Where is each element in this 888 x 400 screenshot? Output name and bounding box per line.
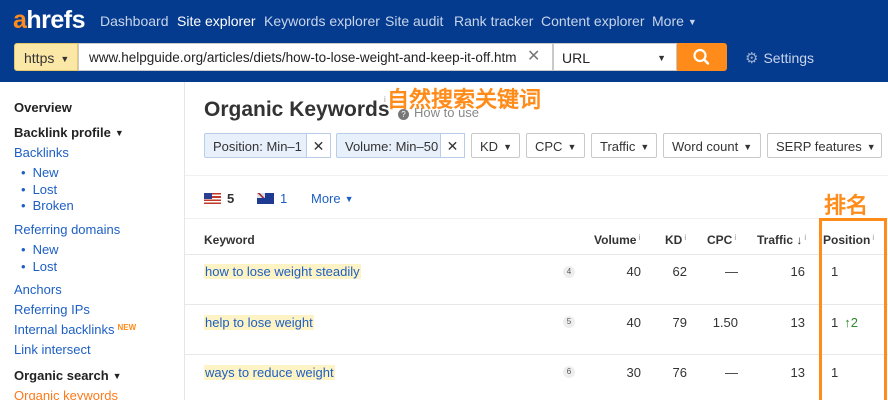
info-icon[interactable]: i xyxy=(384,95,386,104)
sidebar-backlinks-new[interactable]: • New xyxy=(21,165,59,180)
chevron-down-icon: ▼ xyxy=(687,17,697,27)
info-icon: i xyxy=(734,233,737,242)
cell-volume: 30 xyxy=(626,365,641,380)
col-volume[interactable]: Volume i xyxy=(594,233,640,247)
sidebar-overview[interactable]: Overview xyxy=(14,100,72,115)
col-traffic[interactable]: Traffic ↓ i xyxy=(757,233,806,247)
sidebar-anchors[interactable]: Anchors xyxy=(14,282,62,297)
keyword-link[interactable]: help to lose weight xyxy=(204,315,314,330)
clear-icon[interactable]: ✕ xyxy=(527,46,540,66)
sidebar-backlinks-broken[interactable]: • Broken xyxy=(21,198,74,213)
settings-button[interactable]: ⚙ Settings xyxy=(745,49,814,67)
cell-cpc: 1.50 xyxy=(712,315,738,330)
ahrefs-logo[interactable]: ahrefs xyxy=(13,6,86,35)
position-highlight-box xyxy=(819,218,887,400)
cell-traffic: 16 xyxy=(790,264,805,279)
nav-site-audit[interactable]: Site audit xyxy=(385,13,443,29)
chevron-down-icon: ▼ xyxy=(344,194,354,204)
row-divider xyxy=(185,354,888,355)
col-kd[interactable]: KD i xyxy=(665,233,686,247)
close-icon[interactable]: ✕ xyxy=(306,133,331,158)
chevron-down-icon: ▼ xyxy=(640,142,650,152)
mode-select[interactable]: URL ▼ xyxy=(553,43,677,71)
sidebar-backlinks-lost[interactable]: • Lost xyxy=(21,182,57,197)
sidebar-rd-new[interactable]: • New xyxy=(21,242,59,257)
search-button[interactable] xyxy=(677,43,727,71)
row-divider xyxy=(185,254,888,255)
nav-more[interactable]: More ▼ xyxy=(652,13,697,29)
chevron-down-icon: ▼ xyxy=(657,53,666,63)
cell-kd: 62 xyxy=(672,264,687,279)
cell-volume: 40 xyxy=(626,264,641,279)
top-navbar: ahrefs Dashboard Site explorer Keywords … xyxy=(0,0,888,82)
cell-traffic: 13 xyxy=(790,315,805,330)
filter-traffic[interactable]: Traffic ▼ xyxy=(591,133,657,158)
col-keyword[interactable]: Keyword xyxy=(204,233,255,247)
col-cpc[interactable]: CPC i xyxy=(707,233,736,247)
sidebar-organic-search[interactable]: Organic search ▼ xyxy=(14,368,122,383)
nav-content-explorer[interactable]: Content explorer xyxy=(541,13,645,29)
country-au[interactable]: 1 xyxy=(257,191,287,206)
main-content: Organic Keywords i ? How to use 自然搜索关键词 P… xyxy=(185,82,888,400)
au-flag-icon xyxy=(257,193,274,204)
nav-dashboard[interactable]: Dashboard xyxy=(100,13,169,29)
cell-kd: 76 xyxy=(672,365,687,380)
filter-word-count[interactable]: Word count ▼ xyxy=(663,133,761,158)
more-countries-button[interactable]: More ▼ xyxy=(311,191,354,206)
keyword-link[interactable]: how to lose weight steadily xyxy=(204,264,361,279)
filter-position[interactable]: Position: Min–1 ✕ xyxy=(204,133,331,158)
cell-kd: 79 xyxy=(672,315,687,330)
filter-volume[interactable]: Volume: Min–50 ✕ xyxy=(336,133,465,158)
chevron-down-icon: ▼ xyxy=(743,142,753,152)
filter-kd[interactable]: KD ▼ xyxy=(471,133,520,158)
chevron-down-icon: ▼ xyxy=(503,142,512,152)
cell-cpc: — xyxy=(725,365,738,380)
filter-cpc[interactable]: CPC ▼ xyxy=(526,133,585,158)
info-icon: i xyxy=(638,233,641,242)
new-badge: NEW xyxy=(117,323,137,332)
country-us[interactable]: 5 xyxy=(204,191,234,206)
sort-down-icon: ↓ xyxy=(793,233,803,247)
chevron-down-icon: ▼ xyxy=(60,54,70,64)
chevron-down-icon: ▼ xyxy=(114,128,124,138)
country-band xyxy=(185,175,888,219)
cell-cpc: — xyxy=(725,264,738,279)
close-icon[interactable]: ✕ xyxy=(440,133,465,158)
sidebar-backlinks[interactable]: Backlinks xyxy=(14,145,69,160)
page-title: Organic Keywords xyxy=(204,98,390,121)
nav-rank-tracker[interactable]: Rank tracker xyxy=(454,13,533,29)
annotation-position: 排名 xyxy=(824,194,869,219)
search-icon xyxy=(693,48,710,65)
sidebar-referring-ips[interactable]: Referring IPs xyxy=(14,302,90,317)
serp-badge[interactable]: 6 xyxy=(563,366,575,378)
chevron-down-icon: ▼ xyxy=(112,371,122,381)
cell-volume: 40 xyxy=(626,315,641,330)
sidebar-organic-keywords[interactable]: Organic keywords xyxy=(14,388,118,400)
sidebar-internal-backlinks[interactable]: Internal backlinks NEW xyxy=(14,322,136,337)
sidebar-link-intersect[interactable]: Link intersect xyxy=(14,342,91,357)
us-flag-icon xyxy=(204,193,221,204)
annotation-organic-keywords: 自然搜索关键词 xyxy=(387,88,542,113)
chevron-down-icon: ▼ xyxy=(567,142,577,152)
chevron-down-icon: ▼ xyxy=(866,142,876,152)
sidebar-referring-domains[interactable]: Referring domains xyxy=(14,222,120,237)
url-input[interactable]: www.helpguide.org/articles/diets/how-to-… xyxy=(78,43,553,71)
sidebar-backlink-profile[interactable]: Backlink profile ▼ xyxy=(14,125,124,140)
gear-icon: ⚙ xyxy=(745,50,759,67)
nav-keywords-explorer[interactable]: Keywords explorer xyxy=(264,13,380,29)
info-icon: i xyxy=(684,233,687,242)
info-icon: i xyxy=(804,233,807,242)
nav-site-explorer[interactable]: Site explorer xyxy=(177,13,256,29)
sidebar-rd-lost[interactable]: • Lost xyxy=(21,259,57,274)
protocol-select[interactable]: https ▼ xyxy=(14,43,78,71)
sidebar: Overview Backlink profile ▼ Backlinks • Ne… xyxy=(0,82,185,400)
row-divider xyxy=(185,304,888,305)
serp-badge[interactable]: 4 xyxy=(563,266,575,278)
keyword-link[interactable]: ways to reduce weight xyxy=(204,365,335,380)
cell-traffic: 13 xyxy=(790,365,805,380)
serp-badge[interactable]: 5 xyxy=(563,316,575,328)
filter-serp-features[interactable]: SERP features ▼ xyxy=(767,133,882,158)
